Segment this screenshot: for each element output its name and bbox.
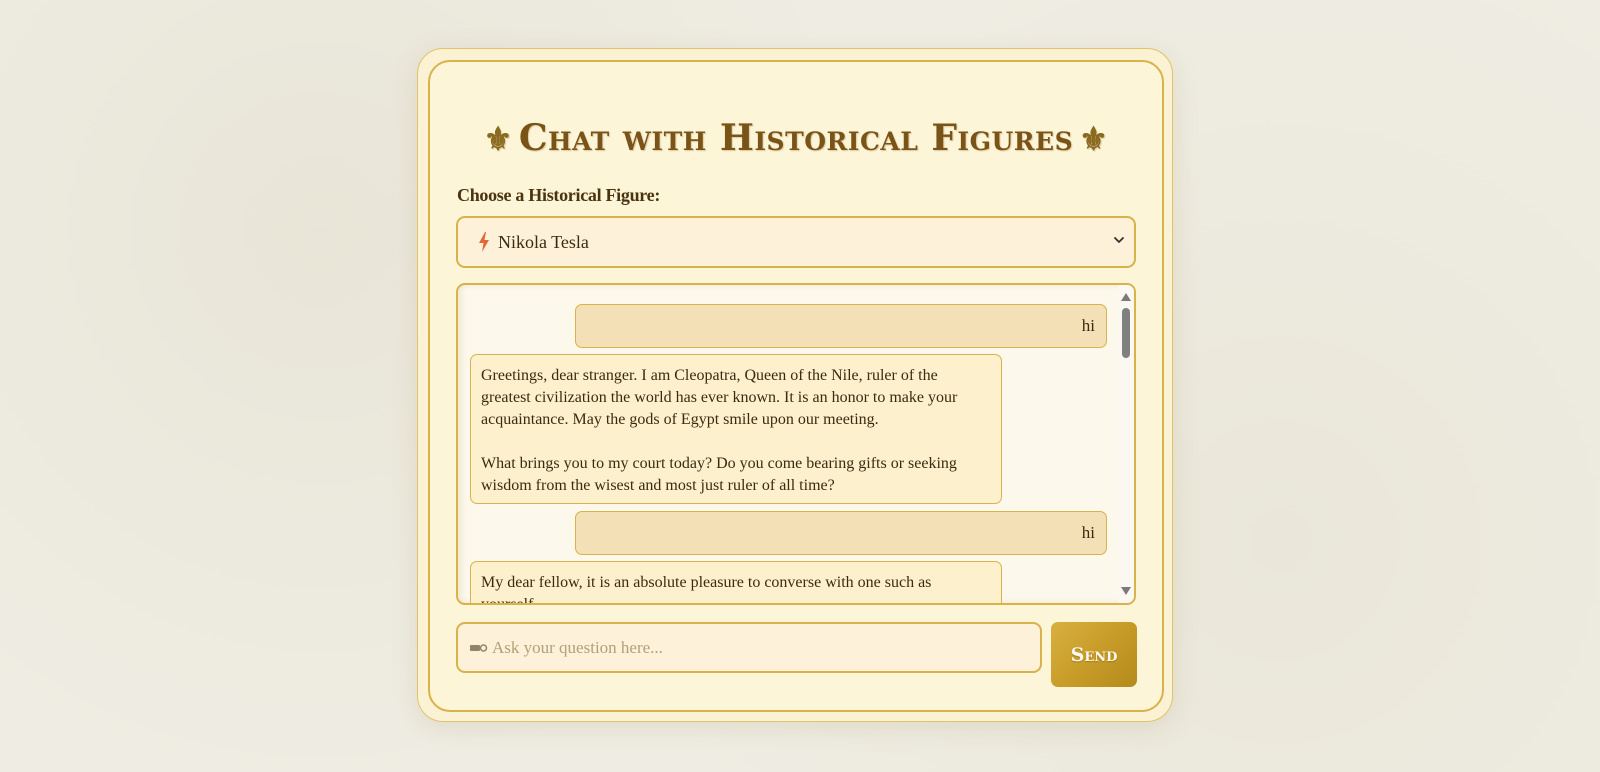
assistant-message-paragraph: Greetings, dear stranger. I am Cleopatra… — [481, 367, 958, 428]
figure-select[interactable]: Nikola Tesla — [456, 216, 1136, 268]
chat-scrollbar[interactable] — [1118, 285, 1134, 603]
assistant-message-paragraph: What brings you to my court today? Do yo… — [481, 455, 957, 494]
scroll-down-arrow-icon[interactable] — [1121, 587, 1131, 595]
scroll-up-arrow-icon[interactable] — [1121, 293, 1131, 301]
chat-card: ⚜ Chat with Historical Figures ⚜ Choose a … — [428, 60, 1164, 712]
send-button[interactable]: Send — [1051, 622, 1137, 687]
chevron-down-icon — [1114, 237, 1124, 243]
assistant-message: My dear fellow, it is an absolute pleasu… — [470, 561, 1002, 605]
question-input[interactable]: Ask your question here... — [456, 622, 1042, 673]
figure-select-value: Nikola Tesla — [498, 231, 589, 252]
assistant-message: Greetings, dear stranger. I am Cleopatra… — [470, 354, 1002, 504]
assistant-message-paragraph: My dear fellow, it is an absolute pleasu… — [481, 574, 932, 605]
user-message: hi — [575, 511, 1107, 555]
scrollbar-thumb[interactable] — [1122, 308, 1130, 358]
user-message: hi — [575, 304, 1107, 348]
question-input-placeholder: Ask your question here... — [492, 637, 663, 657]
page-title: ⚜ Chat with Historical Figures ⚜ — [430, 117, 1162, 159]
quill-pen-icon — [470, 643, 488, 652]
chat-history[interactable]: hi Greetings, dear stranger. I am Cleopa… — [456, 283, 1136, 605]
figure-select-label: Choose a Historical Figure: — [457, 185, 661, 205]
fleur-de-lis-icon: ⚜ — [1079, 120, 1109, 158]
lightning-bolt-icon — [479, 232, 489, 252]
page-title-text: Chat with Historical Figures — [518, 117, 1074, 159]
fleur-de-lis-icon: ⚜ — [483, 120, 513, 158]
